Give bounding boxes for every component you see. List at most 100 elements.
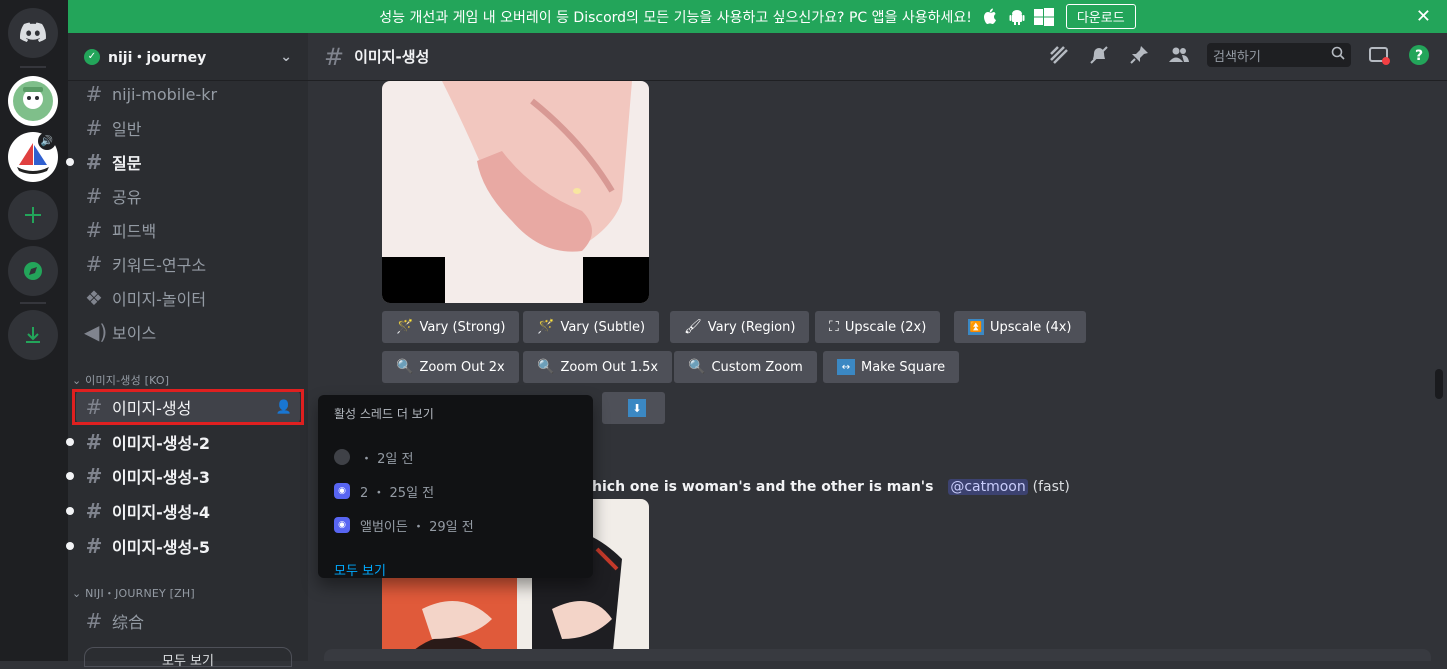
- download-button[interactable]: 다운로드: [1065, 4, 1136, 29]
- pan-down-button[interactable]: ⬇: [602, 392, 665, 424]
- channel-label: 질문: [112, 154, 142, 173]
- button-label: Vary (Subtle): [560, 319, 646, 335]
- message-input[interactable]: [324, 649, 1431, 661]
- unread-dot: [66, 507, 74, 515]
- magic-wand-icon: 🪄: [537, 319, 555, 335]
- channel-label: 이미지-놀이터: [112, 290, 207, 309]
- channel-image-playground[interactable]: ❖ 이미지-놀이터: [76, 282, 300, 314]
- arrow-down-icon: ⬇: [628, 399, 646, 417]
- discord-home-icon[interactable]: [8, 8, 58, 58]
- thread-row[interactable]: ◉ 앨범이든 ・ 29일 전: [334, 508, 577, 542]
- channel-sidebar: ✓ niji・journey ⌄ # niji-mobile-kr # 일반 # 질문…: [66, 33, 308, 669]
- mute-bell-icon[interactable]: [1087, 43, 1111, 67]
- upscale-4x-button[interactable]: ⏫ Upscale (4x): [954, 311, 1086, 343]
- category-gen-kr[interactable]: ⌄ 이미지-생성 [KO]: [72, 372, 169, 388]
- channel-general[interactable]: # 일반: [76, 112, 300, 144]
- channel-label: niji-mobile-kr: [112, 84, 218, 104]
- android-icon[interactable]: [1008, 8, 1026, 26]
- message-prompt: hich one is woman's and the other is man…: [592, 479, 1070, 495]
- hash-icon: #: [85, 150, 103, 174]
- prompt-text: hich one is woman's and the other is man…: [592, 479, 934, 495]
- search-input[interactable]: 검색하기: [1207, 43, 1351, 67]
- channel-image-gen-5[interactable]: # 이미지-생성-5: [66, 530, 300, 562]
- hash-icon: #: [85, 534, 103, 558]
- see-all-label: 모두 보기: [162, 654, 214, 669]
- button-label: Upscale (4x): [990, 319, 1072, 335]
- close-icon[interactable]: ✕: [1416, 6, 1431, 27]
- niji-server-icon[interactable]: [8, 76, 58, 126]
- category-label: 이미지-생성 [KO]: [85, 374, 170, 387]
- make-square-button[interactable]: ↔ Make Square: [823, 351, 960, 383]
- channel-niji-mobile-kr[interactable]: # niji-mobile-kr: [76, 78, 300, 110]
- hash-icon: #: [85, 82, 103, 106]
- zoom-out-1-5x-button[interactable]: 🔍 Zoom Out 1.5x: [523, 351, 673, 383]
- scrollbar-thumb[interactable]: [1435, 369, 1443, 399]
- channel-label: 키워드-연구소: [112, 256, 207, 275]
- channel-image-gen[interactable]: # 이미지-생성 👤: [76, 391, 300, 423]
- hash-icon: #: [85, 116, 103, 140]
- thread-row[interactable]: ・ 2일 전: [334, 440, 577, 474]
- server-list: 🔊: [0, 0, 68, 661]
- category-niji-zh[interactable]: ⌄ NIJI・JOURNEY [ZH]: [72, 585, 195, 601]
- voice-icon: ◀): [84, 320, 108, 344]
- button-label: Vary (Strong): [419, 319, 506, 335]
- chevron-down-icon[interactable]: ⌄: [280, 49, 292, 65]
- inbox-icon[interactable]: [1367, 43, 1391, 67]
- channel-feedback[interactable]: # 피드백: [76, 214, 300, 246]
- channel-label: 이미지-생성-3: [112, 468, 211, 487]
- add-server-icon[interactable]: [8, 190, 58, 240]
- button-label: Zoom Out 2x: [419, 359, 505, 375]
- thread-label: 2 ・ 25일 전: [360, 485, 435, 501]
- magnifier-icon: 🔍: [688, 359, 706, 375]
- download-apps-icon[interactable]: [8, 310, 58, 360]
- magnifier-icon: 🔍: [396, 359, 414, 375]
- separator: [20, 66, 46, 68]
- channel-image-gen-4[interactable]: # 이미지-생성-4: [66, 495, 300, 527]
- generated-image-hands[interactable]: [382, 81, 649, 303]
- channel-zh-general[interactable]: # 综合: [76, 605, 300, 637]
- hash-icon: #: [85, 464, 103, 488]
- pin-icon[interactable]: [1127, 43, 1151, 67]
- arrow-up-icon: ⏫: [968, 319, 984, 335]
- button-label: Upscale (2x): [844, 319, 927, 335]
- magnifier-icon: 🔍: [537, 359, 555, 375]
- channel-header: # 이미지-생성 검색하기 ?: [308, 33, 1447, 81]
- hash-icon: #: [85, 499, 103, 523]
- vary-strong-button[interactable]: 🪄 Vary (Strong): [382, 311, 520, 343]
- see-all-button[interactable]: 모두 보기: [84, 647, 292, 669]
- zoom-out-2x-button[interactable]: 🔍 Zoom Out 2x: [382, 351, 519, 383]
- left-right-arrow-icon: ↔: [837, 359, 855, 375]
- user-mention[interactable]: @catmoon: [948, 479, 1028, 495]
- help-icon[interactable]: ?: [1407, 43, 1431, 67]
- avatar: [334, 449, 350, 465]
- thread-row[interactable]: ◉ 2 ・ 25일 전: [334, 474, 577, 508]
- banner-text: 성능 개선과 게임 내 오버레이 등 Discord의 모든 기능을 사용하고 …: [379, 9, 972, 26]
- speaker-icon: 🔊: [38, 132, 56, 150]
- unread-dot: [66, 438, 74, 446]
- button-label: Zoom Out 1.5x: [560, 359, 659, 375]
- separator: [20, 302, 46, 304]
- channel-keyword-lab[interactable]: # 키워드-연구소: [76, 248, 300, 280]
- threads-icon[interactable]: [1047, 43, 1071, 67]
- vary-subtle-button[interactable]: 🪄 Vary (Subtle): [523, 311, 660, 343]
- members-icon[interactable]: [1167, 43, 1191, 67]
- see-all-link[interactable]: 모두 보기: [334, 560, 577, 579]
- explore-icon[interactable]: [8, 246, 58, 296]
- server-header[interactable]: ✓ niji・journey ⌄: [68, 33, 308, 81]
- button-label: Custom Zoom: [711, 359, 803, 375]
- channel-share[interactable]: # 공유: [76, 180, 300, 212]
- magic-wand-icon: 🪄: [396, 319, 414, 335]
- speed-label: (fast): [1032, 479, 1070, 495]
- upscale-2x-button[interactable]: ⛶ Upscale (2x): [815, 311, 941, 343]
- verified-icon: ✓: [84, 48, 100, 65]
- add-member-icon[interactable]: 👤: [276, 400, 292, 415]
- apple-icon[interactable]: [982, 8, 1000, 26]
- channel-voice[interactable]: ◀) 보이스: [76, 316, 300, 348]
- channel-question[interactable]: # 질문: [66, 146, 300, 178]
- vary-region-button[interactable]: 🖌 Vary (Region): [670, 311, 810, 343]
- channel-image-gen-3[interactable]: # 이미지-생성-3: [66, 460, 300, 492]
- channel-image-gen-2[interactable]: # 이미지-생성-2: [66, 426, 300, 458]
- windows-icon[interactable]: [1033, 7, 1054, 26]
- button-label: Vary (Region): [707, 319, 796, 335]
- custom-zoom-button[interactable]: 🔍 Custom Zoom: [674, 351, 817, 383]
